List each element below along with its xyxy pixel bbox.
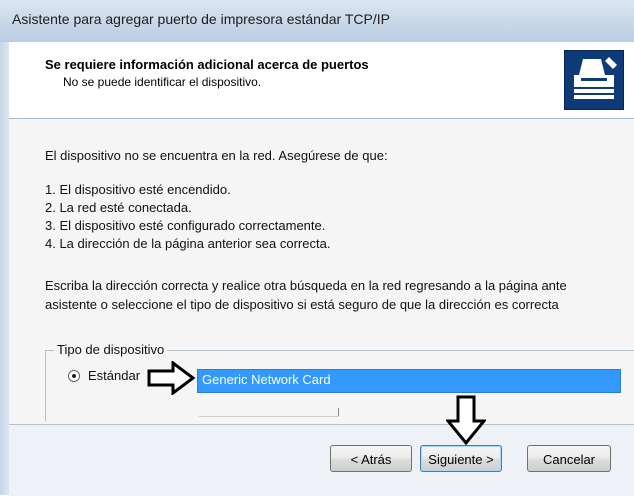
device-type-dropdown[interactable]: Generic Network Card xyxy=(197,369,621,393)
standard-radio[interactable] xyxy=(68,370,80,382)
device-type-group-label: Tipo de dispositivo xyxy=(54,342,168,357)
checklist-item: 1. El dispositivo esté encendido. xyxy=(45,182,231,197)
annotation-arrow-right-icon xyxy=(147,361,195,395)
checklist-item: 3. El dispositivo esté configurado corre… xyxy=(45,218,326,233)
window-title: Asistente para agregar puerto de impreso… xyxy=(12,11,390,27)
header-title: Se requiere información adicional acerca… xyxy=(45,57,369,72)
checklist-item: 4. La dirección de la página anterior se… xyxy=(45,236,331,251)
header-subtitle: No se puede identificar el dispositivo. xyxy=(63,75,262,89)
window-frame-left xyxy=(0,42,9,495)
printer-icon xyxy=(564,50,624,110)
intro-text: El dispositivo no se encuentra en la red… xyxy=(45,148,388,163)
instructions-line: asistente o seleccione el tipo de dispos… xyxy=(45,297,559,312)
standard-radio-label[interactable]: Estándar xyxy=(88,368,140,383)
annotation-arrow-down-icon xyxy=(446,395,486,446)
custom-settings-field xyxy=(199,408,339,417)
wizard-window: Asistente para agregar puerto de impreso… xyxy=(0,0,634,496)
checklist: 1. El dispositivo esté encendido. 2. La … xyxy=(45,181,330,253)
printer-icon-graphic xyxy=(574,57,617,99)
instructions-line: Escriba la dirección correcta y realice … xyxy=(45,278,567,293)
checklist-item: 2. La red esté conectada. xyxy=(45,200,192,215)
device-type-selected-value: Generic Network Card xyxy=(202,372,331,387)
next-button[interactable]: Siguiente > xyxy=(420,445,502,472)
cancel-button[interactable]: Cancelar xyxy=(527,445,611,472)
instructions-paragraph: Escriba la dirección correcta y realice … xyxy=(45,276,634,314)
title-bar[interactable]: Asistente para agregar puerto de impreso… xyxy=(0,0,634,43)
back-button[interactable]: < Atrás xyxy=(330,445,412,472)
wizard-header: Se requiere información adicional acerca… xyxy=(9,42,634,119)
